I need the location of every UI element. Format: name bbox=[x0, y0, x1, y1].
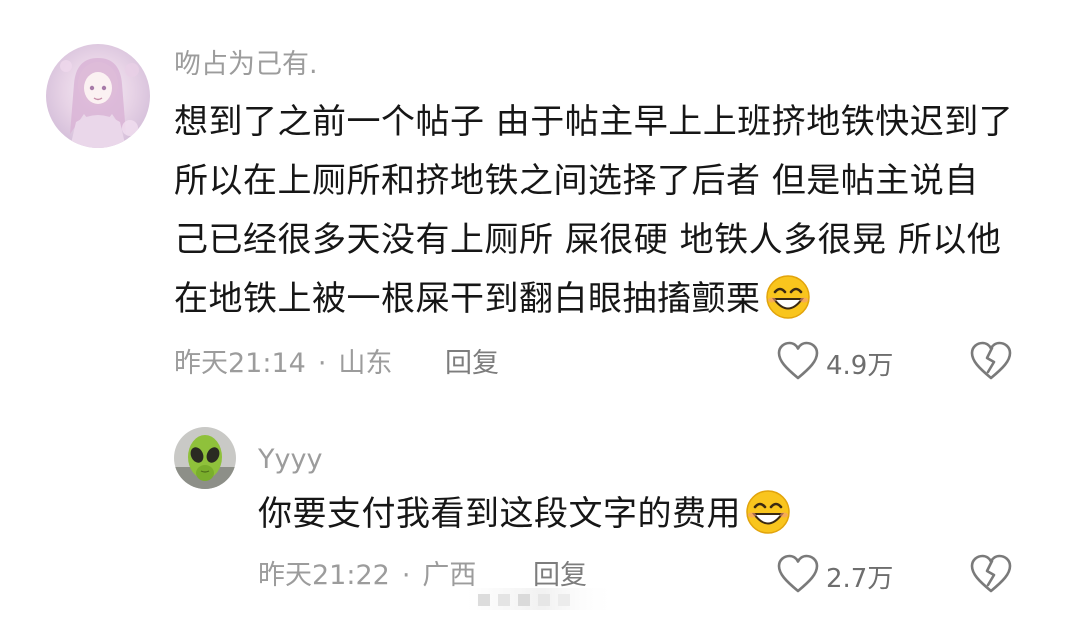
grinning-face-emoji-icon bbox=[763, 274, 813, 339]
comment-time: 昨天21:14 bbox=[174, 348, 306, 379]
dislike-button[interactable] bbox=[968, 340, 1014, 386]
reply-text-line-content: 你要支付我看到这段文字的费用 bbox=[258, 494, 741, 534]
broken-heart-icon bbox=[968, 341, 1014, 386]
like-button[interactable]: 2.7万 bbox=[776, 553, 893, 599]
avatar[interactable] bbox=[46, 44, 150, 148]
comment-text-line-content: 在地铁上被一根屎干到翻白眼抽搐颤栗 bbox=[174, 279, 761, 319]
comment-text-line: 己已经很多天没有上厕所 屎很硬 地铁人多很晃 所以他 bbox=[174, 220, 1002, 260]
heart-outline-icon bbox=[776, 553, 820, 599]
like-button[interactable]: 4.9万 bbox=[776, 340, 893, 386]
reply-text: 你要支付我看到这段文字的费用 bbox=[258, 485, 793, 554]
meta-separator: · bbox=[317, 348, 327, 379]
anime-girl-avatar-image bbox=[46, 44, 150, 148]
reply-avatar[interactable] bbox=[174, 427, 236, 489]
dislike-button[interactable] bbox=[968, 553, 1014, 599]
grinning-face-emoji-icon bbox=[743, 489, 793, 554]
reply-text-line: 你要支付我看到这段文字的费用 bbox=[258, 485, 793, 554]
heart-outline-icon bbox=[776, 340, 820, 386]
comment-meta: 昨天21:14 · 山东 bbox=[174, 347, 392, 381]
alien-avatar-image bbox=[174, 427, 236, 489]
like-count: 2.7万 bbox=[826, 563, 894, 594]
comment-text: 想到了之前一个帖子 由于帖主早上上班挤地铁快迟到了 所以在上厕所和挤地铁之间选择… bbox=[174, 93, 1013, 339]
reply-button[interactable]: 回复 bbox=[445, 347, 499, 381]
comment-text-line: 所以在上厕所和挤地铁之间选择了后者 但是帖主说自 bbox=[174, 161, 979, 201]
reply-meta: 昨天21:22 · 广西 bbox=[258, 559, 476, 593]
comment-text-line: 在地铁上被一根屎干到翻白眼抽搐颤栗 bbox=[174, 270, 1013, 339]
broken-heart-icon bbox=[968, 554, 1014, 599]
watermark-blur bbox=[468, 584, 618, 614]
comment-text-line: 想到了之前一个帖子 由于帖主早上上班挤地铁快迟到了 bbox=[174, 102, 1014, 142]
meta-separator: · bbox=[401, 560, 411, 591]
reply-time: 昨天21:22 bbox=[258, 560, 390, 591]
comment-username[interactable]: 吻占为己有. bbox=[174, 48, 318, 82]
reply-username[interactable]: Yyyy bbox=[258, 443, 322, 477]
comment-location: 山东 bbox=[338, 348, 393, 379]
like-count: 4.9万 bbox=[826, 350, 894, 381]
